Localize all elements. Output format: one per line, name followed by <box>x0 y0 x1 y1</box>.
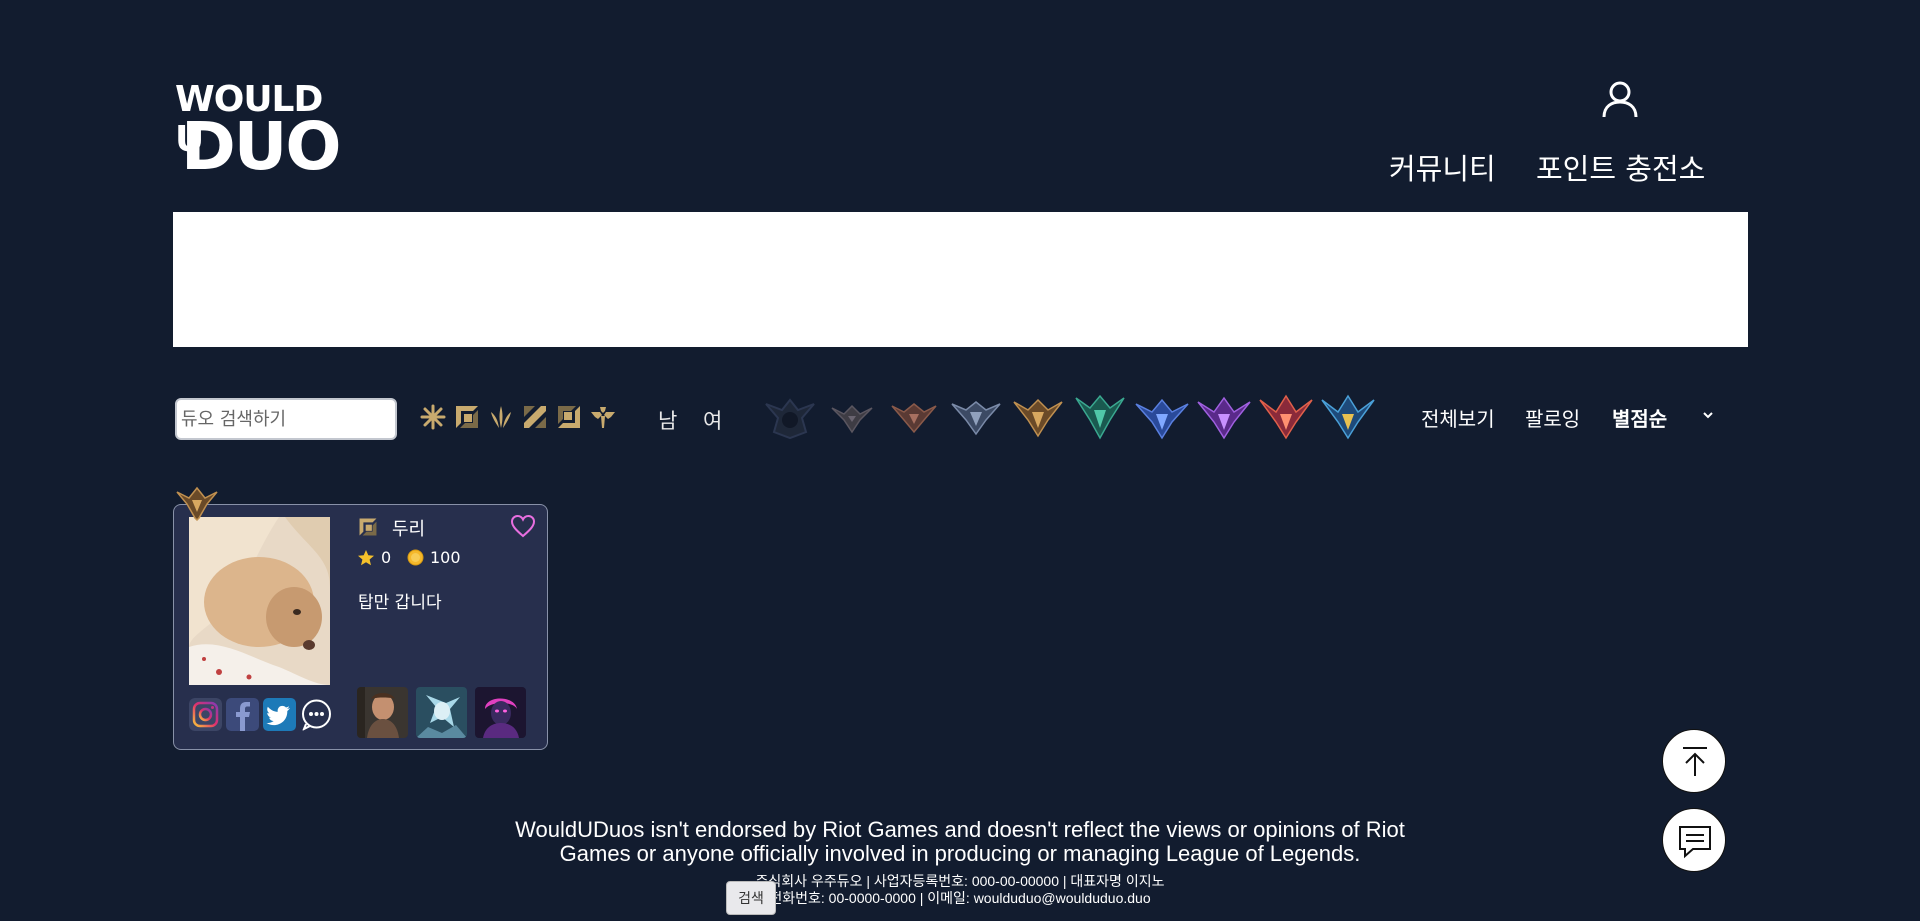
twitter-icon[interactable] <box>263 698 296 731</box>
sort-all[interactable]: 전체보기 <box>1421 403 1495 432</box>
nav-point-shop[interactable]: 포인트 충전소 <box>1536 146 1705 188</box>
chevron-down-icon[interactable] <box>1700 407 1716 423</box>
footer-disclaimer-line2: Games or anyone officially involved in p… <box>559 841 1361 866</box>
bronze-icon[interactable] <box>886 392 942 442</box>
instagram-icon[interactable] <box>189 698 222 731</box>
points-value: 100 <box>430 548 461 567</box>
iron-icon[interactable] <box>824 392 880 442</box>
gender-female[interactable]: 여 <box>703 405 722 435</box>
banner <box>173 212 1748 347</box>
logo-line2: DUO <box>181 108 341 185</box>
bottom-icon[interactable] <box>556 404 582 430</box>
duo-search-input[interactable] <box>175 398 397 440</box>
facebook-icon[interactable] <box>226 698 259 731</box>
top-icon[interactable] <box>454 404 480 430</box>
master-icon[interactable] <box>1196 392 1252 442</box>
diamond-icon[interactable] <box>1134 392 1190 442</box>
duo-name: 두리 <box>392 519 426 540</box>
profile-photo <box>189 517 330 685</box>
platinum-icon[interactable] <box>1072 392 1128 442</box>
sort-following[interactable]: 팔로잉 <box>1525 403 1580 432</box>
grandmaster-icon[interactable] <box>1258 392 1314 442</box>
coin-icon <box>407 549 424 566</box>
gold-badge-icon <box>176 486 218 522</box>
top-icon <box>359 518 377 536</box>
mid-icon[interactable] <box>522 404 548 430</box>
nav-community[interactable]: 커뮤니티 <box>1389 146 1496 188</box>
rating-value: 0 <box>381 548 392 567</box>
sort-rating[interactable]: 별점순 <box>1612 403 1667 432</box>
unranked-icon[interactable] <box>762 392 818 442</box>
footer-contact-info: 전화번호: 00-0000-0000 | 이메일: woulduduo@woul… <box>769 890 1151 906</box>
star-icon <box>358 550 374 566</box>
scroll-top-button[interactable] <box>1662 729 1726 793</box>
champion-3 <box>475 687 526 738</box>
all-positions-icon[interactable] <box>420 404 446 430</box>
user-icon[interactable] <box>1600 79 1640 119</box>
jungle-icon[interactable] <box>488 404 514 430</box>
search-button[interactable]: 검색 <box>726 881 776 915</box>
duo-memo: 탑만 갑니다 <box>358 593 442 613</box>
champion-1 <box>357 687 408 738</box>
challenger-icon[interactable] <box>1320 392 1376 442</box>
chat-icon[interactable] <box>300 698 333 731</box>
gender-male[interactable]: 남 <box>658 405 677 435</box>
gold-icon[interactable] <box>1010 392 1066 442</box>
footer-disclaimer-line1: WouldUDuos isn't endorsed by Riot Games … <box>515 817 1405 842</box>
champion-2 <box>416 687 467 738</box>
heart-icon[interactable] <box>510 514 536 538</box>
support-icon[interactable] <box>590 404 616 430</box>
arrow-up-icon <box>1683 747 1707 776</box>
silver-icon[interactable] <box>948 392 1004 442</box>
logo[interactable]: WOULD U DUO <box>173 80 343 182</box>
